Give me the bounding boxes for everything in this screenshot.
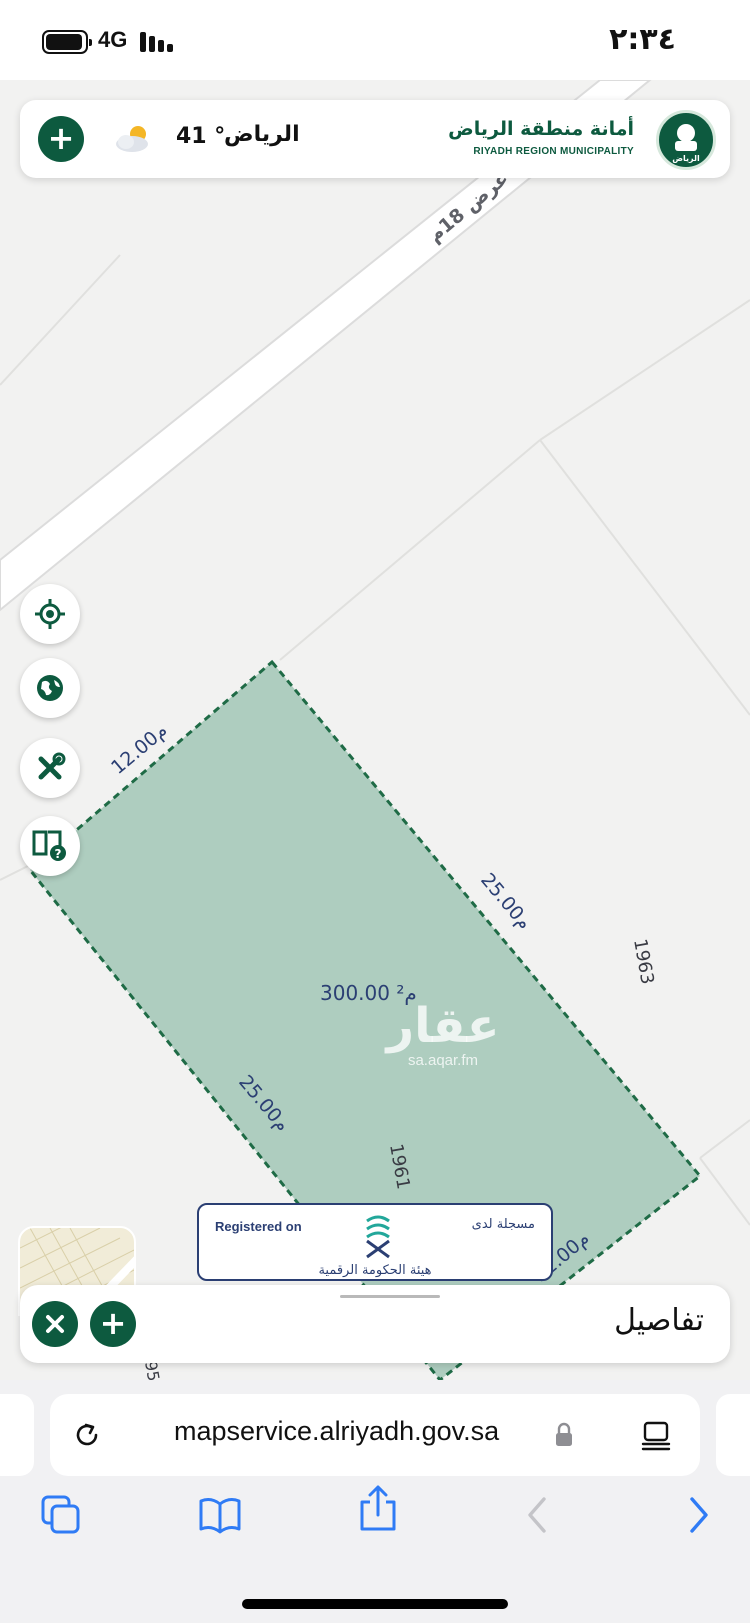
city-name: الرياض — [224, 122, 300, 147]
signal-icon — [140, 30, 176, 52]
digital-government-name: هيئة الحكومة الرقمية — [318, 1263, 432, 1278]
next-tab-peek[interactable] — [716, 1394, 750, 1476]
close-button[interactable] — [32, 1301, 78, 1347]
details-panel[interactable]: + تفاصيل — [20, 1285, 730, 1363]
svg-text:?: ? — [55, 847, 62, 861]
bookmarks-icon[interactable] — [198, 1494, 242, 1536]
org-name-en: RIYADH REGION MUNICIPALITY — [473, 146, 634, 157]
back-icon[interactable] — [522, 1494, 552, 1536]
logo-text: الرياض — [672, 154, 700, 164]
url-text[interactable]: mapservice.alriyadh.gov.sa — [174, 1416, 499, 1447]
status-bar: 4G ٢:٣٤ — [0, 0, 750, 80]
watermark-url: sa.aqar.fm — [407, 1052, 479, 1069]
tools-button[interactable] — [20, 738, 80, 798]
details-add-button[interactable]: + — [90, 1301, 136, 1347]
header-add-button[interactable]: + — [38, 116, 84, 162]
basemap-button[interactable] — [20, 658, 80, 718]
status-time: ٢:٣٤ — [609, 22, 676, 57]
digital-government-icon — [366, 1215, 390, 1259]
home-indicator[interactable] — [242, 1599, 508, 1609]
battery-icon — [42, 30, 92, 54]
tabs-icon[interactable] — [40, 1494, 82, 1536]
registered-on-label: Registered on — [215, 1219, 302, 1234]
share-icon[interactable] — [358, 1484, 398, 1532]
temperature: 41 ° — [176, 124, 226, 149]
address-bar[interactable]: mapservice.alriyadh.gov.sa — [50, 1394, 700, 1476]
parcel-number-right: 1963 — [629, 937, 658, 986]
previous-tab-peek[interactable] — [0, 1394, 34, 1476]
book-help-icon: ? — [32, 830, 66, 861]
battery-level — [46, 34, 82, 50]
watermark: عقار sa.aqar.fm — [383, 1000, 503, 1069]
map-view[interactable]: عرض 18م 12.00م 25.00م 25.00م 12.00م 300.… — [0, 80, 750, 1380]
map-canvas[interactable]: عرض 18م 12.00م 25.00م 25.00م 12.00م 300.… — [0, 80, 750, 1380]
globe-icon — [37, 675, 63, 701]
page-menu-icon[interactable] — [640, 1420, 672, 1452]
crosshair-icon — [35, 599, 65, 629]
partly-cloudy-icon — [116, 126, 148, 152]
browser-chrome: mapservice.alriyadh.gov.sa — [0, 1380, 750, 1623]
forward-icon[interactable] — [684, 1494, 714, 1536]
drag-handle[interactable] — [340, 1295, 440, 1298]
lock-icon — [556, 1422, 572, 1446]
details-title: تفاصيل — [614, 1303, 704, 1338]
org-name-ar: أمانة منطقة الرياض — [448, 118, 634, 140]
municipality-logo: الرياض — [656, 110, 716, 170]
street-label: عرض 18م — [424, 167, 513, 246]
reload-icon[interactable] — [72, 1420, 102, 1450]
registered-on-label-ar: مسجلة لدى — [471, 1217, 535, 1232]
network-type: 4G — [98, 27, 128, 52]
close-icon — [46, 1315, 64, 1333]
registration-card: Registered on مسجلة لدى هيئة الحكومة الر… — [197, 1203, 553, 1281]
watermark-text: عقار — [386, 998, 500, 1054]
tools-icon — [38, 752, 66, 780]
locate-me-button[interactable] — [20, 584, 80, 644]
help-guide-button[interactable]: ? — [20, 816, 80, 876]
header-card: + 41 ° الرياض أمانة منطقة الرياض RIYADH … — [20, 100, 730, 178]
